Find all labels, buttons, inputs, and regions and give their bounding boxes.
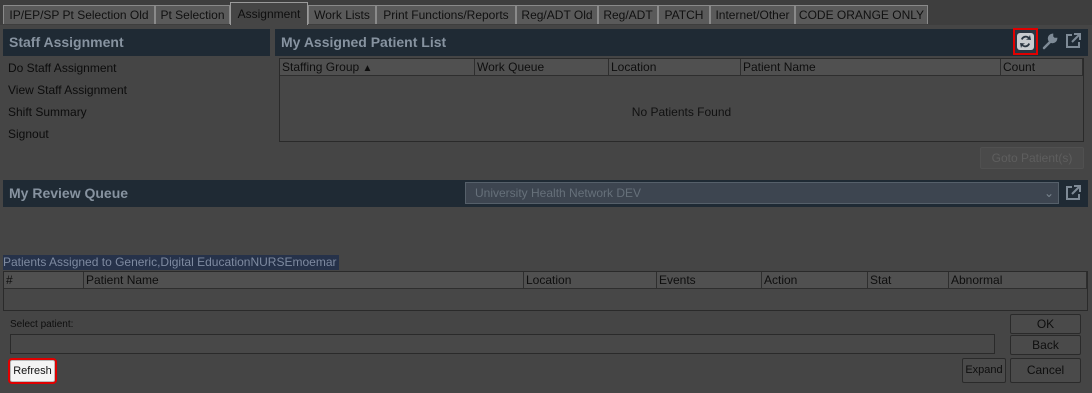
column-stat[interactable]: Stat xyxy=(868,272,949,289)
column-action[interactable]: Action xyxy=(762,272,868,289)
column-number[interactable]: # xyxy=(4,272,84,289)
wrench-icon[interactable] xyxy=(1041,32,1059,50)
popout-icon[interactable] xyxy=(1064,32,1082,50)
assigned-patient-grid: Staffing Group ▲ Work Queue Location Pat… xyxy=(279,58,1084,142)
goto-patients-button[interactable]: Goto Patient(s) xyxy=(980,147,1084,169)
column-patient-name[interactable]: Patient Name xyxy=(84,272,524,289)
tab-internet-other[interactable]: Internet/Other xyxy=(710,5,795,24)
shift-summary-link[interactable]: Shift Summary xyxy=(8,105,87,119)
column-staffing-group[interactable]: Staffing Group ▲ xyxy=(280,59,475,76)
do-staff-assignment-link[interactable]: Do Staff Assignment xyxy=(8,61,117,75)
column-location[interactable]: Location xyxy=(524,272,657,289)
organization-select[interactable]: University Health Network DEV ⌄ xyxy=(465,182,1059,204)
tab-print-functions-reports[interactable]: Print Functions/Reports xyxy=(376,5,516,24)
review-queue-popout-icon[interactable] xyxy=(1064,184,1082,202)
tab-assignment[interactable]: Assignment xyxy=(230,2,308,25)
empty-message: No Patients Found xyxy=(631,105,732,119)
tab-ip-ep-sp-pt-selection-old[interactable]: IP/EP/SP Pt Selection Old xyxy=(3,5,155,24)
column-work-queue[interactable]: Work Queue xyxy=(475,59,609,76)
tab-code-orange-only[interactable]: CODE ORANGE ONLY xyxy=(795,5,928,24)
tab-patch[interactable]: PATCH xyxy=(658,5,710,24)
view-staff-assignment-link[interactable]: View Staff Assignment xyxy=(8,83,127,97)
refresh-icon[interactable] xyxy=(1013,28,1038,55)
tab-reg-adt-old[interactable]: Reg/ADT Old xyxy=(516,5,598,24)
tab-pt-selection[interactable]: Pt Selection xyxy=(155,5,230,24)
ok-button[interactable]: OK xyxy=(1010,314,1081,334)
column-location[interactable]: Location xyxy=(609,59,741,76)
expand-button[interactable]: Expand xyxy=(962,358,1006,383)
column-patient-name[interactable]: Patient Name xyxy=(741,59,1001,76)
review-queue-title: My Review Queue xyxy=(9,185,129,201)
column-events[interactable]: Events xyxy=(657,272,762,289)
tab-work-lists[interactable]: Work Lists xyxy=(308,5,376,24)
review-queue-grid: # Patient Name Location Events Action St… xyxy=(3,271,1088,311)
column-abnormal[interactable]: Abnormal xyxy=(949,272,1087,289)
refresh-button[interactable]: Refresh xyxy=(8,358,57,384)
back-button[interactable]: Back xyxy=(1010,335,1081,355)
assigned-patient-list-title: My Assigned Patient List xyxy=(281,34,447,50)
chevron-down-icon: ⌄ xyxy=(1043,186,1054,200)
tab-bar: IP/EP/SP Pt Selection Old Pt Selection A… xyxy=(0,0,1092,25)
assigned-patient-list-header: My Assigned Patient List xyxy=(275,29,1088,56)
signout-link[interactable]: Signout xyxy=(8,127,49,141)
staff-assignment-header: Staff Assignment xyxy=(3,29,270,56)
select-patient-input[interactable] xyxy=(10,334,995,354)
patients-assigned-label: Patients Assigned to Generic,Digital Edu… xyxy=(3,255,339,270)
cancel-button[interactable]: Cancel xyxy=(1010,358,1081,383)
tab-reg-adt[interactable]: Reg/ADT xyxy=(598,5,658,24)
column-count[interactable]: Count xyxy=(1001,59,1083,76)
select-patient-label: Select patient: xyxy=(10,319,74,330)
sort-ascending-icon: ▲ xyxy=(362,63,373,74)
